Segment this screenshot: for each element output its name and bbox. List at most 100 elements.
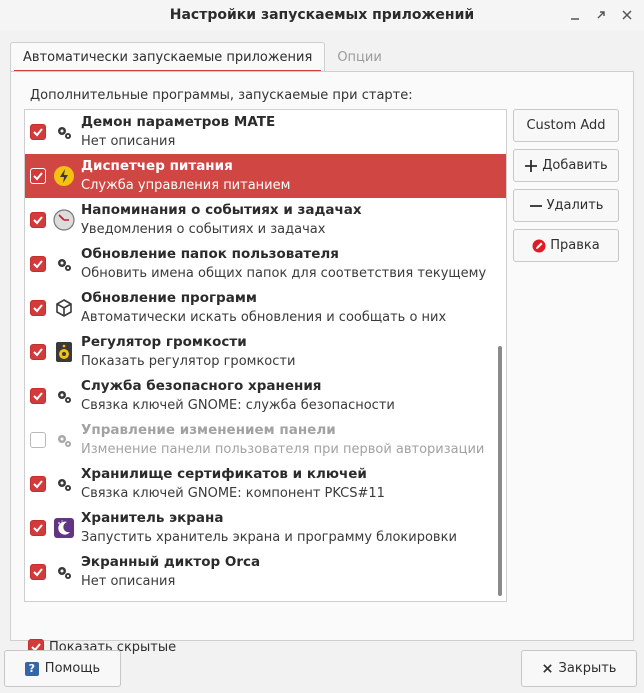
speaker-icon — [53, 341, 75, 363]
program-description: Служба управления питанием — [81, 178, 291, 193]
enable-checkbox[interactable] — [30, 476, 46, 492]
title-bar: Настройки запускаемых приложений — [0, 0, 644, 30]
power-icon — [53, 165, 75, 187]
program-name: Обновление программ — [81, 290, 257, 306]
list-caption: Дополнительные программы, запускаемые пр… — [30, 88, 413, 103]
tab-panel: Дополнительные программы, запускаемые пр… — [10, 71, 634, 655]
gear-icon — [53, 253, 75, 275]
minus-icon — [529, 204, 542, 207]
maximize-button[interactable] — [590, 4, 612, 26]
program-name: Управление изменением панели — [81, 422, 336, 438]
list-item[interactable]: Служба безопасного хранения Связка ключе… — [25, 374, 506, 418]
help-button[interactable]: ? Помощь — [4, 650, 121, 687]
program-name: Хранитель экрана — [81, 510, 224, 526]
notebook: Автоматически запускаемые приложения Опц… — [10, 42, 634, 655]
list-item[interactable]: Демон параметров MATE Нет описания — [25, 110, 506, 154]
program-list: Демон параметров MATE Нет описания Диспе… — [24, 109, 507, 602]
tab-bar: Автоматически запускаемые приложения Опц… — [10, 42, 394, 72]
program-name: Диспетчер питания — [81, 158, 233, 174]
list-item[interactable]: Обновление папок пользователя Обновить и… — [25, 242, 506, 286]
program-description: Уведомления о событиях и задачах — [81, 222, 326, 237]
list-item[interactable]: Напоминания о событиях и задачах Уведомл… — [25, 198, 506, 242]
maximize-icon — [597, 11, 605, 19]
gear-icon — [53, 429, 75, 451]
gear-icon — [53, 561, 75, 583]
enable-checkbox[interactable] — [30, 520, 46, 536]
list-item[interactable]: Обновление программ Автоматически искать… — [25, 286, 506, 330]
close-icon — [542, 664, 552, 673]
enable-checkbox[interactable] — [30, 212, 46, 228]
list-item[interactable]: Хранилище сертификатов и ключей Связка к… — [25, 462, 506, 506]
program-description: Показать регулятор громкости — [81, 354, 296, 369]
tab-autostart[interactable]: Автоматически запускаемые приложения — [10, 42, 326, 72]
program-name: Обновление папок пользователя — [81, 246, 339, 262]
program-description: Обновить имена общих папок для соответст… — [81, 266, 491, 281]
gear-icon — [53, 385, 75, 407]
remove-button[interactable]: Удалить — [513, 189, 619, 222]
enable-checkbox[interactable] — [30, 564, 46, 580]
program-name: Экранный диктор Orca — [81, 554, 261, 570]
list-item[interactable]: Управление изменением панели Изменение п… — [25, 418, 506, 462]
button-label: Удалить — [546, 198, 604, 213]
program-name: Демон параметров MATE — [81, 114, 276, 130]
tab-label: Опции — [337, 49, 382, 65]
program-description: Связка ключей GNOME: служба безопасности — [81, 398, 395, 413]
program-name: Напоминания о событиях и задачах — [81, 202, 362, 218]
enable-checkbox[interactable] — [30, 432, 46, 448]
tab-options[interactable]: Опции — [325, 42, 393, 72]
program-description: Нет описания — [81, 574, 176, 589]
check-icon — [33, 348, 43, 357]
gear-icon — [53, 121, 75, 143]
pencil-icon — [532, 239, 546, 252]
button-label: Закрыть — [558, 661, 617, 676]
close-button[interactable]: Закрыть — [521, 650, 637, 687]
plus-icon — [525, 159, 538, 172]
check-icon — [33, 392, 43, 401]
enable-checkbox[interactable] — [30, 300, 46, 316]
screensaver-icon — [53, 517, 75, 539]
add-button[interactable]: Добавить — [513, 149, 619, 182]
package-icon — [53, 297, 75, 319]
edit-button[interactable]: Правка — [513, 229, 619, 262]
gear-icon — [53, 473, 75, 495]
enable-checkbox[interactable] — [30, 124, 46, 140]
enable-checkbox[interactable] — [30, 388, 46, 404]
window-title: Настройки запускаемых приложений — [169, 7, 475, 23]
enable-checkbox[interactable] — [30, 168, 46, 184]
enable-checkbox[interactable] — [30, 256, 46, 272]
program-description: Изменение панели пользователя при первой… — [81, 442, 485, 457]
button-label: Добавить — [542, 158, 608, 173]
program-description: Связка ключей GNOME: компонент PKCS#11 — [81, 486, 385, 501]
check-icon — [33, 480, 43, 489]
program-description: Автоматически искать обновления и сообща… — [81, 310, 447, 325]
program-description: Запустить хранитель экрана и программу б… — [81, 530, 457, 545]
minimize-button[interactable] — [564, 4, 586, 26]
button-label: Помощь — [44, 661, 101, 676]
list-item[interactable]: Диспетчер питания Служба управления пита… — [25, 154, 506, 198]
check-icon — [33, 568, 43, 577]
tab-label: Автоматически запускаемые приложения — [23, 50, 313, 65]
clock-icon — [53, 209, 75, 231]
close-window-button[interactable] — [616, 4, 638, 26]
custom-add-button[interactable]: Custom Add — [513, 109, 619, 142]
program-name: Служба безопасного хранения — [81, 378, 322, 394]
program-name: Хранилище сертификатов и ключей — [81, 466, 367, 482]
list-scrollbar[interactable] — [498, 346, 502, 596]
list-item[interactable]: Экранный диктор Orca Нет описания — [25, 550, 506, 594]
check-icon — [33, 216, 43, 225]
program-name: Регулятор громкости — [81, 334, 247, 350]
check-icon — [33, 172, 43, 181]
close-icon — [622, 10, 632, 20]
list-item[interactable]: Хранитель экрана Запустить хранитель экр… — [25, 506, 506, 550]
check-icon — [33, 304, 43, 313]
check-icon — [33, 524, 43, 533]
program-description: Нет описания — [81, 134, 176, 149]
enable-checkbox[interactable] — [30, 344, 46, 360]
button-label: Custom Add — [526, 118, 606, 133]
check-icon — [33, 260, 43, 269]
check-icon — [33, 128, 43, 137]
list-item[interactable]: Регулятор громкости Показать регулятор г… — [25, 330, 506, 374]
help-icon: ? — [24, 661, 39, 676]
minimize-icon — [571, 18, 579, 20]
button-label: Правка — [550, 238, 600, 253]
